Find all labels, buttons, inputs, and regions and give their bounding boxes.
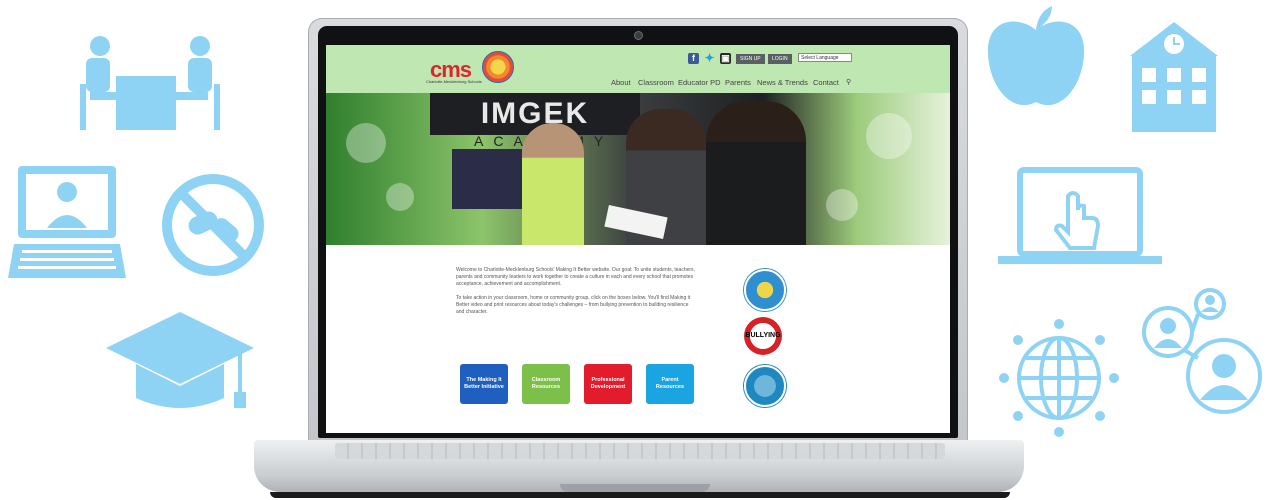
user-network-icon	[1140, 286, 1266, 416]
no-pills-icon	[160, 172, 266, 278]
camera-icon	[634, 31, 643, 40]
nav-parents[interactable]: Parents	[725, 78, 751, 87]
community-badge-icon[interactable]	[744, 365, 786, 407]
laptop-user-icon	[8, 166, 126, 282]
laptop-base-shadow	[270, 492, 1010, 498]
twitter-icon[interactable]: ✦	[704, 52, 715, 64]
cms-logo-subtitle: Charlotte-Mecklenburg Schools	[426, 79, 482, 84]
tile-professional-development[interactable]: Professional Development	[584, 364, 632, 404]
nav-contact[interactable]: Contact	[813, 78, 839, 87]
tile-classroom-resources[interactable]: Classroom Resources	[522, 364, 570, 404]
bullying-awareness-badge[interactable]: BULLYING	[744, 317, 782, 355]
intro-paragraph: Welcome to Charlotte-Mecklenburg Schools…	[456, 267, 695, 287]
school-building-icon	[1126, 22, 1222, 134]
search-icon[interactable]: ⚲	[846, 78, 851, 86]
nav-educator-pd[interactable]: Educator PD	[678, 78, 721, 87]
apple-icon	[986, 4, 1086, 114]
laptop-screen: cms Charlotte-Mecklenburg Schools f ✦ ▣ …	[326, 45, 950, 433]
nav-news-trends[interactable]: News & Trends	[757, 78, 808, 87]
facebook-icon[interactable]: f	[688, 53, 699, 64]
tile-parent-resources[interactable]: Parent Resources	[646, 364, 694, 404]
instagram-icon[interactable]: ▣	[720, 53, 731, 64]
intro-paragraph: To take action in your classroom, home o…	[456, 295, 691, 315]
laptop-keyboard	[335, 443, 945, 459]
teacher-figure	[522, 123, 584, 245]
tile-making-it-better-initiative[interactable]: The Making It Better Initiative	[460, 364, 508, 404]
school-seal-badge-icon[interactable]	[744, 269, 786, 311]
language-select[interactable]: Select Language	[798, 53, 852, 62]
intro-text: Welcome to Charlotte-Mecklenburg Schools…	[456, 267, 696, 323]
nav-about[interactable]: About	[611, 78, 631, 87]
graduation-cap-icon	[106, 312, 266, 416]
making-it-better-seal-icon	[482, 51, 514, 83]
meeting-icon	[70, 32, 230, 132]
laptop-click-icon	[998, 166, 1162, 268]
nav-classroom[interactable]: Classroom	[638, 78, 674, 87]
laptop-notch	[560, 484, 710, 492]
globe-network-icon	[996, 318, 1122, 438]
student-figure	[706, 101, 806, 245]
bulletin-board	[452, 149, 522, 209]
login-button[interactable]: LOGIN	[768, 54, 792, 64]
signup-button[interactable]: SIGN UP	[736, 54, 765, 64]
hero-image: IMGEK ACADEMY	[326, 93, 950, 245]
site-header: cms Charlotte-Mecklenburg Schools f ✦ ▣ …	[326, 45, 950, 93]
